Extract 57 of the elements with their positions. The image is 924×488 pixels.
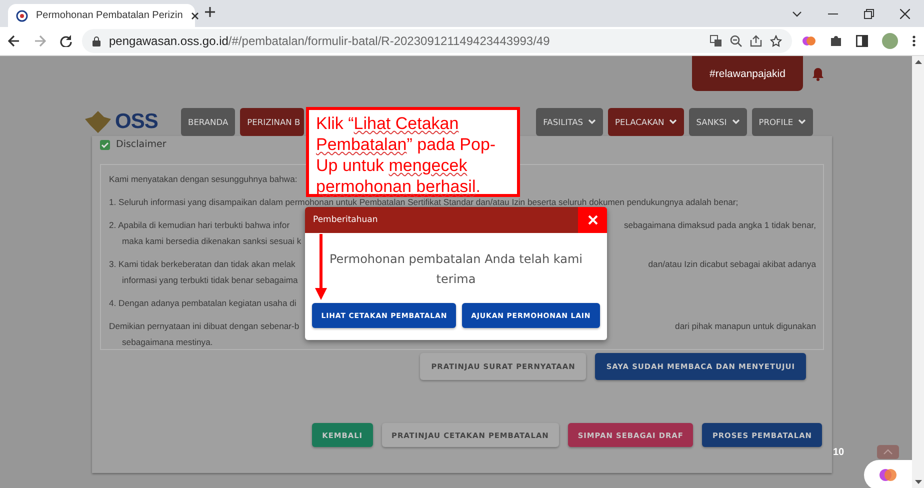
nav-menu-button[interactable]: PROFILE (752, 108, 814, 136)
close-icon[interactable] (900, 8, 910, 18)
brain-icon (879, 466, 897, 484)
nav-menu-button[interactable]: SANKSI (689, 108, 747, 136)
side-panel-icon[interactable] (856, 35, 868, 47)
checkbox-label: Disclaimer (116, 139, 166, 150)
statement-text: Demikian pernyataan ini dibuat dengan sebenar-b (109, 321, 300, 331)
bell-icon[interactable] (812, 66, 824, 80)
statement-text: dari pihak manapun untuk digunakan (675, 321, 816, 331)
emblem-icon (84, 108, 112, 134)
site-icon (16, 10, 28, 22)
minimize-icon[interactable] (828, 12, 838, 14)
statement-text: maka kami bersedia dikenakan sanksi sesuai k (122, 236, 302, 246)
lock-icon (92, 36, 101, 46)
nav-menu-button[interactable]: FASILITAS (536, 108, 604, 136)
chevron-down-icon[interactable] (792, 10, 802, 16)
nav-menu-button[interactable]: PERIZINAN B (240, 108, 304, 136)
statement-text: sebagaimana dimaksud pada angka 1 tidak benar, (624, 220, 816, 230)
menu-icon[interactable] (912, 35, 916, 47)
modal-title: Pemberitahuan (312, 215, 378, 225)
nav-menu-button[interactable]: BERANDA (181, 108, 236, 136)
share-icon[interactable] (750, 35, 762, 47)
scroll-up-icon[interactable] (914, 60, 922, 64)
page-number: 10 (833, 447, 844, 458)
translate-icon[interactable] (710, 35, 722, 47)
url-text: pengawasan.oss.go.id/#/pembatalan/formulir-batal/R-202309121149423443993/49 (109, 34, 550, 48)
brain-icon[interactable] (802, 34, 816, 48)
address-bar[interactable]: pengawasan.oss.go.id/#/pembatalan/formulir-batal/R-202309121149423443993/49 (82, 29, 792, 53)
arrow (315, 234, 327, 300)
modal-message: Permohonan pembatalan Anda telah kami terima (328, 251, 584, 288)
instruction-callout: Klik “Lihat Cetakan Pembatalan” pada Pop-Up untuk mengecek permohonan berhasil. (306, 107, 520, 197)
statement-text: dan/atau Izin dicabut sebagai akibat adanya (648, 259, 816, 269)
close-button[interactable] (578, 207, 607, 233)
check-icon (101, 142, 109, 148)
close-icon (588, 215, 598, 225)
nav-menu-button[interactable]: PELACAKAN (608, 108, 684, 136)
checkbox[interactable] (100, 140, 110, 150)
back-icon[interactable] (8, 35, 20, 47)
close-icon[interactable] (190, 12, 199, 20)
statement-text: 4. Dengan adanya pembatalan kegiatan usaha di (109, 298, 296, 308)
hashtag-banner[interactable]: #relawanpajakid (692, 56, 803, 91)
extension-button[interactable] (864, 460, 912, 488)
statement-text: informasi yang terbukti tidak benar sebagaima (122, 275, 298, 285)
new-tab-icon[interactable] (205, 7, 215, 17)
statement-text: 3. Kami tidak berkeberatan dan tidak akan melak (109, 259, 296, 269)
zoom-icon[interactable] (730, 35, 742, 47)
statement-text: Kami menyatakan dengan sesungguhnya bahwa: (109, 174, 298, 184)
restore-icon[interactable] (864, 8, 874, 18)
oss-logo[interactable]: OSS (115, 110, 158, 134)
statement-text: sebagaimana mestinya. (122, 337, 213, 347)
scroll-down-icon[interactable] (914, 480, 922, 484)
statement-text: 1. Seluruh informasi yang disampaikan dalam permohonan untuk Pembatalan Sertifikat Standar dan/atau Izin beserta seluruh dokumen pendukungnya adalah benar; (109, 197, 738, 207)
avatar-icon[interactable] (882, 33, 898, 49)
star-icon[interactable] (770, 35, 782, 47)
chevron-up-icon (883, 449, 893, 455)
reload-icon[interactable] (60, 35, 72, 47)
statement-text: 2. Apabila di kemudian hari terbukti bahwa infor (109, 220, 290, 230)
